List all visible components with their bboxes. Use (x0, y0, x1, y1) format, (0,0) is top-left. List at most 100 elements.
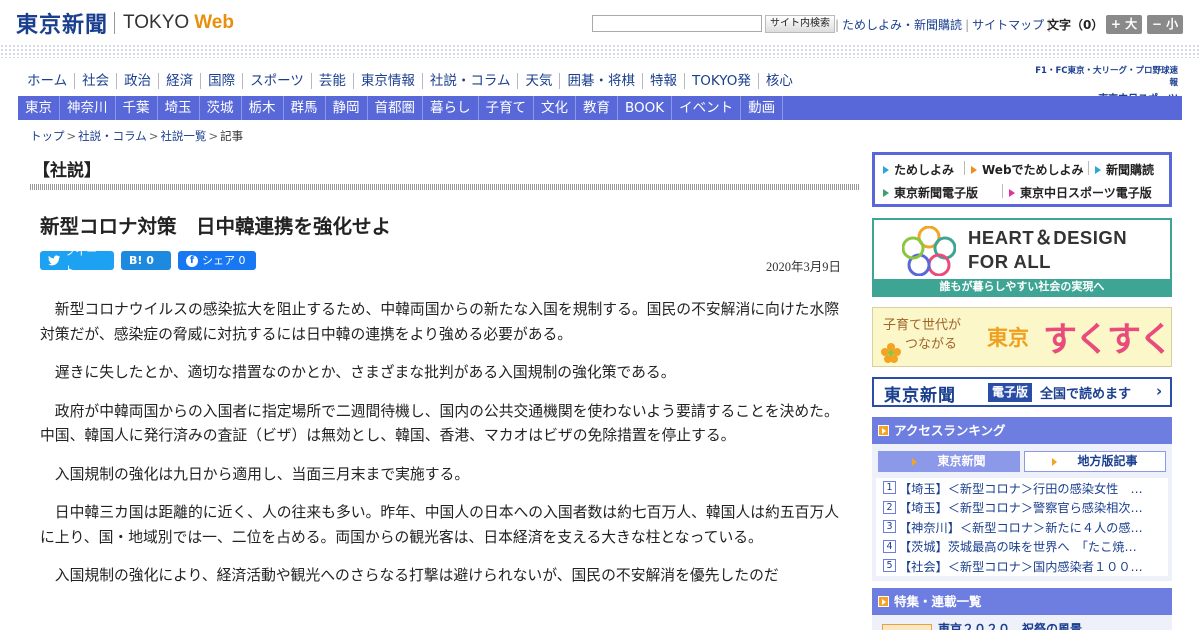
ranking-header: アクセスランキング (872, 417, 1172, 444)
region-chiba[interactable]: 千葉 (116, 96, 158, 120)
rank-number: 5 (883, 559, 896, 573)
triangle-bullet-icon (883, 165, 889, 174)
breadcrumb: トップ > 社説・コラム > 社説一覧 > 記事 (30, 128, 243, 144)
nav-video[interactable]: 動画 (741, 96, 784, 120)
feature-thumbnail[interactable] (882, 624, 932, 630)
facebook-icon: f (186, 254, 198, 267)
nav-tokyo-hatsu[interactable]: TOKYO発 (683, 73, 758, 89)
article-category: 【社説】 (33, 161, 101, 181)
nav-kakushin[interactable]: 核心 (757, 73, 800, 89)
font-smaller-button[interactable]: − 小 (1147, 15, 1183, 34)
facebook-share-button[interactable]: f シェア 0 (178, 251, 256, 270)
hatena-bookmark-button[interactable]: B! 0 (121, 251, 171, 270)
region-gunma[interactable]: 群馬 (284, 96, 326, 120)
chunichi-sports-digital-link[interactable]: 東京中日スポーツ電子版 (1009, 184, 1152, 201)
features-title: 特集・連載一覧 (894, 594, 982, 609)
nav-education[interactable]: 教育 (576, 96, 618, 120)
region-kanagawa[interactable]: 神奈川 (60, 96, 116, 120)
nav-special-report[interactable]: 特報 (641, 73, 684, 89)
region-metro[interactable]: 首都圏 (368, 96, 423, 120)
nav-international[interactable]: 国際 (200, 73, 242, 89)
article-date: 2020年3月9日 (766, 260, 842, 274)
tokyo-sukusuku-banner[interactable]: 子育て世代が つながる 東京 すくすく (872, 307, 1173, 367)
triangle-bullet-icon (1052, 457, 1058, 466)
nav-sports[interactable]: スポーツ (242, 73, 311, 89)
article-paragraph: 日中韓三カ国は距離的に近く、人の往来も多い。昨年、中国人の日本への入国者数は約七… (40, 504, 840, 546)
sitemap-link[interactable]: サイトマップ (972, 16, 1044, 33)
nav-society[interactable]: 社会 (74, 73, 116, 89)
trial-read-link[interactable]: ためしよみ (883, 161, 954, 178)
web-trial-read-link[interactable]: Webでためしよみ (971, 161, 1084, 178)
region-tokyo[interactable]: 東京 (18, 96, 60, 120)
digital-edition-banner[interactable]: 東京新聞 電子版 全国で読めます › (872, 377, 1172, 407)
link-label: ためしよみ (894, 163, 955, 177)
triangle-bullet-icon (1009, 188, 1015, 197)
region-ibaraki[interactable]: 茨城 (200, 96, 242, 120)
ranking-item[interactable]: 5 【社会】＜新型コロナ＞国内感染者１００… (876, 556, 1168, 576)
link-label: 東京中日スポーツ電子版 (1020, 186, 1152, 200)
nav-home[interactable]: ホーム (20, 73, 74, 89)
ranking-item[interactable]: 2 【埼玉】＜新型コロナ＞警察官ら感染相次… (876, 498, 1168, 518)
digital-edition-link[interactable]: 東京新聞電子版 (883, 184, 978, 201)
nav-politics[interactable]: 政治 (116, 73, 158, 89)
breadcrumb-top[interactable]: トップ (30, 129, 65, 143)
link-separator: | (965, 17, 970, 32)
breadcrumb-editorial-list[interactable]: 社説一覧 (160, 129, 206, 143)
facebook-share-label: シェア 0 (202, 254, 246, 267)
breadcrumb-sep: > (148, 129, 159, 143)
nav-living[interactable]: 暮らし (423, 96, 479, 120)
nav-entertainment[interactable]: 芸能 (310, 73, 353, 89)
region-tochigi[interactable]: 栃木 (242, 96, 284, 120)
triangle-bullet-icon (1095, 165, 1101, 174)
triangle-bullet-icon (971, 165, 977, 174)
nav-book[interactable]: BOOK (618, 96, 673, 120)
site-search-button[interactable]: サイト内検索 (765, 15, 835, 33)
regional-nav: 東京 神奈川 千葉 埼玉 茨城 栃木 群馬 静岡 首都圏 暮らし 子育て 文化 … (18, 96, 1182, 120)
link-separator: | (835, 17, 840, 32)
tab-label: 東京新聞 (937, 454, 986, 468)
utility-links: | ためしよみ・新聞購読 | サイトマップ | (832, 16, 1054, 33)
font-larger-button[interactable]: + 大 (1106, 15, 1142, 34)
subscription-links-box: ためしよみ Webでためしよみ 新聞購読 東京新聞電子版 東京中日スポーツ電子版 (872, 152, 1172, 207)
heart-design-banner[interactable]: HEART＆DESIGN FOR ALL 誰もが暮らしやすい社会の実現へ (872, 218, 1172, 297)
region-shizuoka[interactable]: 静岡 (326, 96, 368, 120)
breadcrumb-editorial[interactable]: 社説・コラム (78, 129, 147, 143)
tweet-button[interactable]: ツイート (40, 245, 114, 277)
ranking-item[interactable]: 3 【神奈川】＜新型コロナ＞新たに４人の感… (876, 517, 1168, 537)
nav-parenting[interactable]: 子育て (479, 96, 534, 120)
nav-weather[interactable]: 天気 (517, 73, 559, 89)
feature-item-link[interactable]: 東京２０２０ 祝祭の風景 (938, 621, 1082, 630)
sukusuku-title: すくすく (1043, 320, 1173, 360)
rank-number: 3 (883, 520, 896, 534)
nav-go-shogi[interactable]: 囲碁・将棋 (559, 73, 642, 89)
triangle-bullet-icon (883, 188, 889, 197)
trial-subscribe-link[interactable]: ためしよみ・新聞購読 (842, 16, 962, 33)
nav-editorial[interactable]: 社説・コラム (421, 73, 518, 89)
search-input[interactable] (592, 15, 762, 32)
font-size-label: 文字（0） (1047, 18, 1104, 32)
nav-tokyo-info[interactable]: 東京情報 (352, 73, 422, 89)
article-body: 新型コロナウイルスの感染拡大を阻止するため、中韓両国からの新たな入国を規制する。… (40, 298, 842, 603)
tab-tokyo-shimbun[interactable]: 東京新聞 (878, 451, 1020, 472)
ranking-item[interactable]: 1 【埼玉】＜新型コロナ＞行田の感染女性 … (876, 478, 1168, 498)
heart-design-subtitle: 誰もが暮らしやすい社会の実現へ (874, 279, 1170, 295)
nav-economy[interactable]: 経済 (158, 73, 200, 89)
features-list: 東京２０２０ 祝祭の風景 (872, 615, 1172, 630)
triangle-bullet-icon (912, 457, 918, 466)
link-divider (1088, 161, 1089, 175)
nav-culture[interactable]: 文化 (534, 96, 576, 120)
nav-events[interactable]: イベント (672, 96, 742, 120)
article-paragraph: 入国規制の強化により、経済活動や観光へのさらなる打撃は避けられないが、国民の不安… (54, 567, 779, 584)
twitter-bird-icon (48, 255, 61, 266)
ranking-item[interactable]: 4 【茨城】茨城最高の味を世界へ 「たこ焼… (876, 537, 1168, 557)
article-paragraph: 遅きに失したとか、適切な措置なのかとか、さまざまな批判がある入国規制の強化策であ… (54, 364, 676, 381)
subscribe-link[interactable]: 新聞購読 (1095, 161, 1154, 178)
region-saitama[interactable]: 埼玉 (158, 96, 200, 120)
arrow-box-icon (878, 596, 889, 607)
sponsor-tagline: F1・FC東京・大リーグ・プロ野球速報 (1035, 66, 1178, 88)
breadcrumb-current: 記事 (220, 129, 244, 143)
tab-regional-articles[interactable]: 地方版記事 (1024, 451, 1166, 472)
tab-label: 地方版記事 (1077, 454, 1138, 468)
site-logo[interactable]: 東京新聞 TOKYO Web (16, 10, 234, 38)
features-header: 特集・連載一覧 (872, 588, 1172, 615)
